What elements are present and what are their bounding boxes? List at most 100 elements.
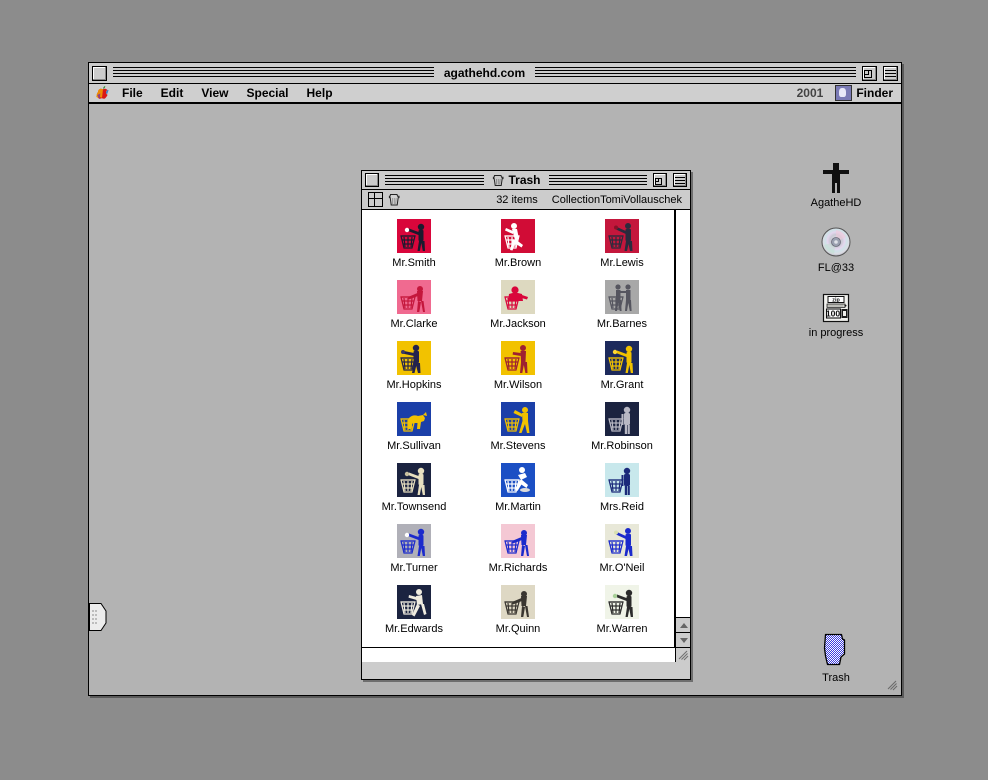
file-item-label: Mr.Townsend	[381, 501, 447, 513]
file-item[interactable]: Mr.Hopkins	[362, 338, 466, 399]
window-grow-box[interactable]	[885, 678, 899, 692]
file-row: Mr.Turner Mr.Richards Mr.O'Neil	[362, 521, 674, 582]
desktop: agathehd.com File Edit View Special Help…	[0, 0, 988, 780]
file-item[interactable]: Mr.Grant	[570, 338, 674, 399]
file-item-label: Mr.Turner	[390, 562, 438, 574]
trash-window-info-bar: 32 items CollectionTomiVollauschek	[362, 190, 690, 210]
reach-basket-trash-icon	[570, 524, 674, 558]
file-item-label: Mr.Stevens	[490, 440, 546, 452]
file-list[interactable]: Mr.Smith Mr.Brown Mr.Lewis Mr.Clarke Mr.…	[362, 210, 675, 647]
svg-text:zip: zip	[832, 298, 840, 304]
file-item[interactable]: Mr.Sullivan	[362, 399, 466, 460]
file-item[interactable]: Mr.Barnes	[570, 277, 674, 338]
file-row: Mr.Sullivan Mr.Stevens Mr.Robinson	[362, 399, 674, 460]
menu-item-help[interactable]: Help	[298, 83, 342, 103]
file-item[interactable]: Mr.O'Neil	[570, 521, 674, 582]
vertical-scrollbar[interactable]	[675, 210, 690, 647]
triangle-down-icon	[679, 637, 688, 643]
file-item[interactable]: Mr.Smith	[362, 216, 466, 277]
file-item[interactable]: Mr.Quinn	[466, 582, 570, 643]
desktop-icon-agathehd[interactable]: AgatheHD	[794, 159, 878, 209]
file-item[interactable]: Mr.Brown	[466, 216, 570, 277]
trash-can-icon	[492, 175, 503, 186]
file-item[interactable]: Mr.Robinson	[570, 399, 674, 460]
zip-disk-icon: zip 100	[794, 289, 878, 325]
standing-trash-icon	[570, 402, 674, 436]
drop-in-trash-icon	[466, 341, 570, 375]
icon-view-button[interactable]	[368, 192, 383, 207]
file-item-label: Mr.Brown	[494, 257, 542, 269]
triangle-up-icon	[679, 622, 688, 628]
grow-box-icon	[887, 680, 898, 691]
zoom-box-icon[interactable]	[653, 173, 668, 187]
file-item[interactable]: Mr.Stevens	[466, 399, 570, 460]
animal-trash-icon	[362, 402, 466, 436]
apple-icon[interactable]	[95, 85, 111, 101]
file-item[interactable]: Mr.Townsend	[362, 460, 466, 521]
file-row: Mr.Townsend Mr.Martin Mrs.Reid	[362, 460, 674, 521]
desktop-icon-label: in progress	[808, 327, 864, 339]
file-item[interactable]: Mr.Martin	[466, 460, 570, 521]
file-item-label: Mr.Jackson	[490, 318, 546, 330]
scroll-up-arrow[interactable]	[676, 617, 690, 632]
titlebar-stripes-right	[535, 67, 857, 79]
file-item[interactable]: Mr.Turner	[362, 521, 466, 582]
menu-bar-right: 2001 Finder	[797, 85, 901, 101]
toss-right-trash-icon	[362, 463, 466, 497]
window-shade-box-icon[interactable]	[673, 173, 688, 187]
file-item[interactable]: Mr.Wilson	[466, 338, 570, 399]
desktop-icon-label: AgatheHD	[810, 197, 862, 209]
file-row: Mr.Edwards Mr.Quinn Mr.Warren	[362, 582, 674, 643]
close-box-icon[interactable]	[92, 65, 107, 81]
menu-item-edit[interactable]: Edit	[152, 83, 193, 103]
trash-can-icon	[794, 633, 878, 670]
horizontal-scrollbar[interactable]	[362, 647, 675, 662]
trash-window-titlebar[interactable]: Trash	[362, 171, 690, 190]
two-figures-trash-icon	[570, 280, 674, 314]
menu-item-special[interactable]: Special	[237, 83, 297, 103]
bend-over-trash-icon	[466, 524, 570, 558]
finder-icon[interactable]	[835, 85, 853, 101]
desktop-icon-trash[interactable]: Trash	[794, 633, 878, 684]
application-menu-label[interactable]: Finder	[856, 86, 893, 100]
window-title: agathehd.com	[443, 66, 526, 80]
menu-item-file[interactable]: File	[113, 83, 152, 103]
toss-right-trash-icon	[362, 524, 466, 558]
reach-basket-trash-icon	[570, 219, 674, 253]
file-item-label: Mr.Richards	[488, 562, 548, 574]
file-item[interactable]: Mr.Warren	[570, 582, 674, 643]
file-item[interactable]: Mr.Jackson	[466, 277, 570, 338]
file-item-label: Mr.Clarke	[390, 318, 438, 330]
item-count-label: 32 items	[496, 193, 538, 206]
desktop-icon-fl33[interactable]: FL@33	[794, 224, 878, 274]
window-shade-box-icon[interactable]	[883, 65, 899, 81]
file-item[interactable]: Mr.Clarke	[362, 277, 466, 338]
file-item-label: Mr.Edwards	[384, 623, 444, 635]
trash-can-icon	[388, 194, 400, 206]
file-item[interactable]: Mr.Edwards	[362, 582, 466, 643]
file-item-label: Mr.Sullivan	[387, 440, 441, 452]
window-titlebar[interactable]: agathehd.com	[89, 63, 901, 84]
scroll-down-arrow[interactable]	[676, 632, 690, 647]
close-box-icon[interactable]	[365, 173, 379, 187]
menu-item-view[interactable]: View	[192, 83, 237, 103]
file-item-label: Mr.Wilson	[493, 379, 543, 391]
cd-rom-icon	[794, 224, 878, 260]
pour-trash-icon	[466, 402, 570, 436]
titlebar-stripes-right	[548, 174, 648, 186]
file-item[interactable]: Mrs.Reid	[570, 460, 674, 521]
control-strip-tab-icon[interactable]	[89, 602, 107, 632]
file-item[interactable]: Mr.Richards	[466, 521, 570, 582]
grow-box[interactable]	[675, 647, 690, 662]
toss-right-trash-icon	[570, 585, 674, 619]
hard-drive-figure-icon	[794, 159, 878, 195]
desktop-icon-label: Trash	[822, 672, 850, 684]
zoom-box-icon[interactable]	[862, 65, 878, 81]
file-item-label: Mrs.Reid	[599, 501, 644, 513]
desktop-icon-in-progress[interactable]: zip 100 in progress	[794, 289, 878, 339]
skater-trash-icon	[466, 463, 570, 497]
file-item-label: Mr.Robinson	[591, 440, 653, 452]
bend-over-trash-icon	[466, 585, 570, 619]
file-item[interactable]: Mr.Lewis	[570, 216, 674, 277]
desktop-icon-label: FL@33	[817, 262, 855, 274]
